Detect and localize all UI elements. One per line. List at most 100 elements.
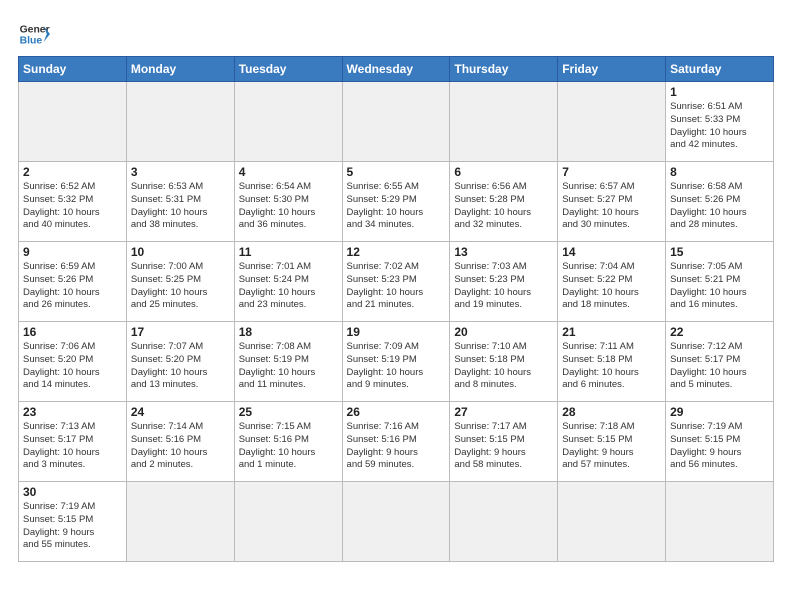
calendar-cell: 1 Sunrise: 6:51 AM Sunset: 5:33 PM Daylig…: [666, 82, 774, 162]
day-info: Sunrise: 6:53 AM Sunset: 5:31 PM Dayligh…: [131, 181, 230, 232]
day-number: 13: [454, 245, 553, 259]
day-number: 21: [562, 325, 661, 339]
calendar-cell: 27Sunrise: 7:17 AM Sunset: 5:15 PM Dayli…: [450, 402, 558, 482]
calendar-cell: 6Sunrise: 6:56 AM Sunset: 5:28 PM Daylig…: [450, 162, 558, 242]
calendar-week-6: 30 Sunrise: 7:19 AM Sunset: 5:15 PM Dayli…: [19, 482, 774, 562]
day-info: Sunrise: 7:12 AM Sunset: 5:17 PM Dayligh…: [670, 341, 769, 392]
svg-text:Blue: Blue: [20, 36, 43, 47]
calendar-cell: [342, 82, 450, 162]
calendar-cell: 2Sunrise: 6:52 AM Sunset: 5:32 PM Daylig…: [19, 162, 127, 242]
day-number: 3: [131, 165, 230, 179]
day-number: 7: [562, 165, 661, 179]
day-info: Sunrise: 7:09 AM Sunset: 5:19 PM Dayligh…: [347, 341, 446, 392]
day-number: 17: [131, 325, 230, 339]
day-number: 15: [670, 245, 769, 259]
calendar-cell: 18 Sunrise: 7:08 AM Sunset: 5:19 PM Dayli…: [234, 322, 342, 402]
day-info: Sunrise: 7:19 AM Sunset: 5:15 PM Dayligh…: [23, 501, 122, 552]
calendar-cell: 28Sunrise: 7:18 AM Sunset: 5:15 PM Dayli…: [558, 402, 666, 482]
calendar-cell: 7Sunrise: 6:57 AM Sunset: 5:27 PM Daylig…: [558, 162, 666, 242]
calendar-cell: 25 Sunrise: 7:15 AM Sunset: 5:16 PM Dayli…: [234, 402, 342, 482]
calendar-week-2: 2Sunrise: 6:52 AM Sunset: 5:32 PM Daylig…: [19, 162, 774, 242]
logo: General Blue: [18, 18, 50, 50]
calendar-cell: 12 Sunrise: 7:02 AM Sunset: 5:23 PM Dayli…: [342, 242, 450, 322]
day-info: Sunrise: 6:55 AM Sunset: 5:29 PM Dayligh…: [347, 181, 446, 232]
weekday-header-wednesday: Wednesday: [342, 57, 450, 82]
day-number: 16: [23, 325, 122, 339]
calendar-cell: 21 Sunrise: 7:11 AM Sunset: 5:18 PM Dayli…: [558, 322, 666, 402]
day-info: Sunrise: 7:00 AM Sunset: 5:25 PM Dayligh…: [131, 261, 230, 312]
calendar-cell: 30 Sunrise: 7:19 AM Sunset: 5:15 PM Dayli…: [19, 482, 127, 562]
weekday-header-friday: Friday: [558, 57, 666, 82]
calendar-week-5: 23 Sunrise: 7:13 AM Sunset: 5:17 PM Dayli…: [19, 402, 774, 482]
logo-icon: General Blue: [18, 18, 50, 50]
day-info: Sunrise: 6:51 AM Sunset: 5:33 PM Dayligh…: [670, 101, 769, 152]
calendar-cell: [558, 82, 666, 162]
calendar-cell: [666, 482, 774, 562]
day-number: 10: [131, 245, 230, 259]
weekday-header-sunday: Sunday: [19, 57, 127, 82]
day-number: 24: [131, 405, 230, 419]
calendar-cell: 9 Sunrise: 6:59 AM Sunset: 5:26 PM Daylig…: [19, 242, 127, 322]
day-number: 1: [670, 85, 769, 99]
calendar-cell: [234, 82, 342, 162]
day-info: Sunrise: 7:08 AM Sunset: 5:19 PM Dayligh…: [239, 341, 338, 392]
calendar-cell: 26 Sunrise: 7:16 AM Sunset: 5:16 PM Dayli…: [342, 402, 450, 482]
header: General Blue: [18, 18, 774, 50]
calendar-week-1: 1 Sunrise: 6:51 AM Sunset: 5:33 PM Daylig…: [19, 82, 774, 162]
calendar-week-3: 9 Sunrise: 6:59 AM Sunset: 5:26 PM Daylig…: [19, 242, 774, 322]
day-number: 20: [454, 325, 553, 339]
day-number: 23: [23, 405, 122, 419]
calendar-cell: 14 Sunrise: 7:04 AM Sunset: 5:22 PM Dayli…: [558, 242, 666, 322]
calendar-cell: 13Sunrise: 7:03 AM Sunset: 5:23 PM Dayli…: [450, 242, 558, 322]
day-number: 12: [347, 245, 446, 259]
day-info: Sunrise: 7:01 AM Sunset: 5:24 PM Dayligh…: [239, 261, 338, 312]
calendar-cell: 22 Sunrise: 7:12 AM Sunset: 5:17 PM Dayli…: [666, 322, 774, 402]
day-number: 14: [562, 245, 661, 259]
day-number: 29: [670, 405, 769, 419]
day-info: Sunrise: 7:10 AM Sunset: 5:18 PM Dayligh…: [454, 341, 553, 392]
day-number: 19: [347, 325, 446, 339]
day-number: 30: [23, 485, 122, 499]
day-info: Sunrise: 7:06 AM Sunset: 5:20 PM Dayligh…: [23, 341, 122, 392]
calendar-cell: 11Sunrise: 7:01 AM Sunset: 5:24 PM Dayli…: [234, 242, 342, 322]
calendar-cell: 29 Sunrise: 7:19 AM Sunset: 5:15 PM Dayli…: [666, 402, 774, 482]
day-info: Sunrise: 7:19 AM Sunset: 5:15 PM Dayligh…: [670, 421, 769, 472]
calendar-cell: 23 Sunrise: 7:13 AM Sunset: 5:17 PM Dayli…: [19, 402, 127, 482]
page: General Blue SundayMondayTuesdayWednesda…: [0, 0, 792, 572]
day-info: Sunrise: 7:05 AM Sunset: 5:21 PM Dayligh…: [670, 261, 769, 312]
calendar-cell: [19, 82, 127, 162]
day-info: Sunrise: 7:15 AM Sunset: 5:16 PM Dayligh…: [239, 421, 338, 472]
day-info: Sunrise: 7:13 AM Sunset: 5:17 PM Dayligh…: [23, 421, 122, 472]
day-info: Sunrise: 7:16 AM Sunset: 5:16 PM Dayligh…: [347, 421, 446, 472]
calendar-cell: 4 Sunrise: 6:54 AM Sunset: 5:30 PM Daylig…: [234, 162, 342, 242]
day-number: 5: [347, 165, 446, 179]
day-info: Sunrise: 6:59 AM Sunset: 5:26 PM Dayligh…: [23, 261, 122, 312]
day-info: Sunrise: 7:02 AM Sunset: 5:23 PM Dayligh…: [347, 261, 446, 312]
calendar-cell: [126, 82, 234, 162]
day-info: Sunrise: 7:11 AM Sunset: 5:18 PM Dayligh…: [562, 341, 661, 392]
calendar-cell: [342, 482, 450, 562]
calendar-cell: [450, 482, 558, 562]
day-number: 8: [670, 165, 769, 179]
calendar-cell: 19 Sunrise: 7:09 AM Sunset: 5:19 PM Dayli…: [342, 322, 450, 402]
day-info: Sunrise: 7:14 AM Sunset: 5:16 PM Dayligh…: [131, 421, 230, 472]
day-number: 4: [239, 165, 338, 179]
day-number: 9: [23, 245, 122, 259]
weekday-header-saturday: Saturday: [666, 57, 774, 82]
calendar-cell: 10 Sunrise: 7:00 AM Sunset: 5:25 PM Dayli…: [126, 242, 234, 322]
weekday-header-thursday: Thursday: [450, 57, 558, 82]
day-info: Sunrise: 7:04 AM Sunset: 5:22 PM Dayligh…: [562, 261, 661, 312]
calendar: SundayMondayTuesdayWednesdayThursdayFrid…: [18, 56, 774, 562]
calendar-cell: 3 Sunrise: 6:53 AM Sunset: 5:31 PM Daylig…: [126, 162, 234, 242]
day-info: Sunrise: 6:58 AM Sunset: 5:26 PM Dayligh…: [670, 181, 769, 232]
day-number: 22: [670, 325, 769, 339]
calendar-cell: [450, 82, 558, 162]
calendar-cell: [126, 482, 234, 562]
day-number: 27: [454, 405, 553, 419]
day-info: Sunrise: 6:54 AM Sunset: 5:30 PM Dayligh…: [239, 181, 338, 232]
day-number: 26: [347, 405, 446, 419]
weekday-header-row: SundayMondayTuesdayWednesdayThursdayFrid…: [19, 57, 774, 82]
day-number: 18: [239, 325, 338, 339]
day-number: 25: [239, 405, 338, 419]
day-info: Sunrise: 7:07 AM Sunset: 5:20 PM Dayligh…: [131, 341, 230, 392]
